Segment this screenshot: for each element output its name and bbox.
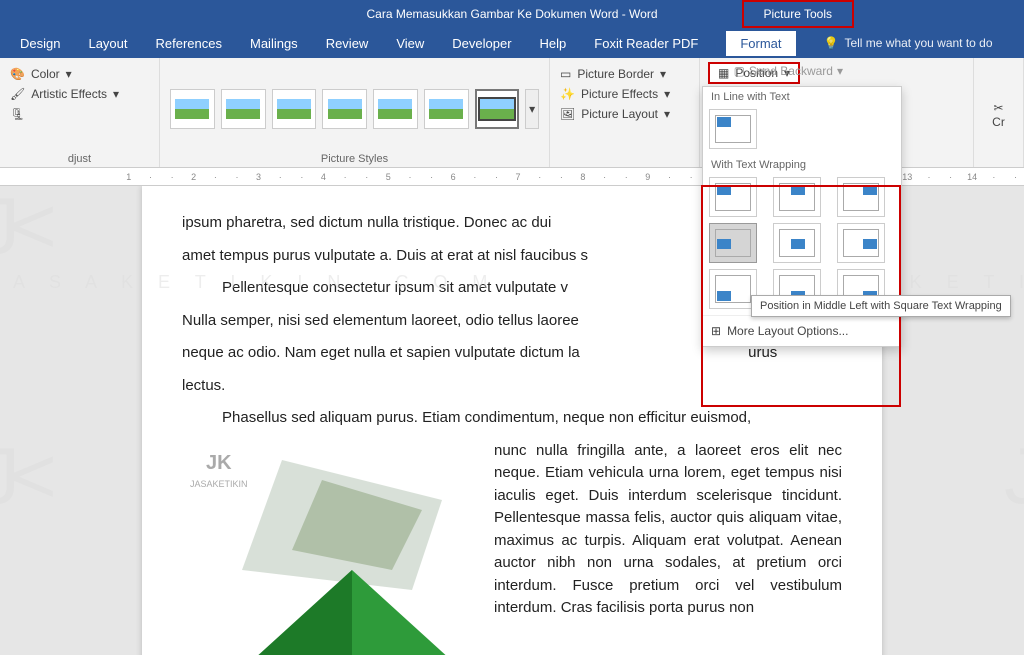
crop-label: Cr bbox=[992, 115, 1005, 129]
tab-design[interactable]: Design bbox=[20, 36, 60, 51]
send-backward-label: Send Backward bbox=[749, 64, 833, 78]
styles-group-label: Picture Styles bbox=[170, 153, 539, 165]
lightbulb-icon: 💡 bbox=[824, 36, 839, 50]
more-layout-options[interactable]: ⊞ More Layout Options... bbox=[703, 315, 901, 346]
group-adjust: 🎨Color ▾ 🖌Artistic Effects ▾ 🗜 djust bbox=[0, 58, 160, 167]
position-top-center[interactable] bbox=[773, 177, 821, 217]
compress-button[interactable]: 🗜 bbox=[10, 104, 149, 124]
group-picture-styles: ▾ Picture Styles bbox=[160, 58, 550, 167]
layout-label: Picture Layout bbox=[581, 107, 658, 121]
position-flyout: In Line with Text With Text Wrapping P bbox=[702, 86, 902, 347]
more-label: More Layout Options... bbox=[727, 324, 848, 338]
style-thumb-5[interactable] bbox=[373, 89, 418, 129]
send-backward-button[interactable]: ▢Send Backward ▾ bbox=[734, 64, 843, 78]
image-watermark: JK JASAKETIKIN bbox=[190, 448, 248, 492]
effects-icon: 🖌 bbox=[10, 87, 25, 101]
more-icon: ⊞ bbox=[711, 324, 721, 338]
p3a: Pellentesque consectetur ipsum sit amet … bbox=[222, 279, 568, 296]
tab-foxit[interactable]: Foxit Reader PDF bbox=[594, 36, 698, 51]
p1a: ipsum pharetra, sed dictum nulla tristiq… bbox=[182, 214, 527, 231]
position-top-right[interactable] bbox=[837, 177, 885, 217]
picture-layout-button[interactable]: 🖼Picture Layout ▾ bbox=[560, 104, 689, 124]
group-picture-options: ▭Picture Border ▾ ✨Picture Effects ▾ 🖼Pi… bbox=[550, 58, 700, 167]
tab-view[interactable]: View bbox=[396, 36, 424, 51]
crop-icon: ✂ bbox=[992, 101, 1005, 115]
position-tooltip: Position in Middle Left with Square Text… bbox=[751, 295, 1011, 317]
picture-border-button[interactable]: ▭Picture Border ▾ bbox=[560, 64, 689, 84]
wrapped-content: JK JASAKETIKIN nunc nulla fringilla ante… bbox=[182, 440, 842, 655]
title-bar: Cara Memasukkan Gambar Ke Dokumen Word -… bbox=[0, 0, 1024, 28]
artistic-effects-button[interactable]: 🖌Artistic Effects ▾ bbox=[10, 84, 149, 104]
style-thumb-2[interactable] bbox=[221, 89, 266, 129]
style-thumb-3[interactable] bbox=[272, 89, 317, 129]
p1b: dui bbox=[531, 214, 551, 231]
position-icon: ▦ bbox=[718, 66, 729, 80]
tab-mailings[interactable]: Mailings bbox=[250, 36, 298, 51]
paragraph-6: lectus. bbox=[182, 375, 842, 398]
position-middle-center[interactable] bbox=[773, 223, 821, 263]
border-label: Picture Border bbox=[577, 67, 654, 81]
position-middle-left[interactable] bbox=[709, 223, 757, 263]
border-icon: ▭ bbox=[560, 67, 571, 81]
crop-button[interactable]: ✂ Cr bbox=[992, 101, 1005, 129]
artistic-label: Artistic Effects bbox=[31, 87, 107, 101]
color-label: Color bbox=[31, 67, 60, 81]
style-thumb-7[interactable] bbox=[475, 89, 520, 129]
color-icon: 🎨 bbox=[10, 67, 25, 81]
tab-format[interactable]: Format bbox=[726, 31, 795, 56]
picture-tools-tab-group[interactable]: Picture Tools bbox=[742, 0, 854, 28]
color-button[interactable]: 🎨Color ▾ bbox=[10, 64, 149, 84]
p5a: neque ac odio. Nam eget nulla et sapien … bbox=[182, 344, 580, 361]
wrapped-paragraph: nunc nulla fringilla ante, a laoreet ero… bbox=[494, 440, 842, 655]
group-size: ✂ Cr bbox=[974, 58, 1024, 167]
styles-more-button[interactable]: ▾ bbox=[525, 89, 539, 129]
tell-me-search[interactable]: 💡 Tell me what you want to do bbox=[824, 36, 993, 50]
send-backward-icon: ▢ bbox=[734, 64, 745, 78]
picture-effects-button[interactable]: ✨Picture Effects ▾ bbox=[560, 84, 689, 104]
adjust-group-label: djust bbox=[10, 153, 149, 165]
ribbon: 🎨Color ▾ 🖌Artistic Effects ▾ 🗜 djust ▾ P… bbox=[0, 58, 1024, 168]
flyout-section-inline: In Line with Text bbox=[703, 87, 901, 103]
inserted-picture[interactable]: JK JASAKETIKIN bbox=[182, 440, 482, 655]
position-top-left[interactable] bbox=[709, 177, 757, 217]
pic-layout-icon: 🖼 bbox=[560, 107, 575, 121]
tell-me-label: Tell me what you want to do bbox=[844, 36, 992, 50]
tab-layout[interactable]: Layout bbox=[88, 36, 127, 51]
window-title: Cara Memasukkan Gambar Ke Dokumen Word -… bbox=[367, 7, 658, 21]
compress-icon: 🗜 bbox=[10, 107, 25, 121]
paragraph-7: Phasellus sed aliquam purus. Etiam condi… bbox=[182, 407, 842, 430]
pic-effects-icon: ✨ bbox=[560, 87, 575, 101]
position-bottom-left[interactable] bbox=[709, 269, 757, 309]
tab-help[interactable]: Help bbox=[540, 36, 567, 51]
position-grid bbox=[703, 171, 901, 315]
flyout-section-wrap: With Text Wrapping bbox=[703, 155, 901, 171]
ribbon-tabs: Design Layout References Mailings Review… bbox=[0, 28, 1024, 58]
position-middle-right[interactable] bbox=[837, 223, 885, 263]
tab-developer[interactable]: Developer bbox=[452, 36, 511, 51]
group-arrange: ▦ Position ▾ In Line with Text With Text… bbox=[700, 58, 974, 167]
style-thumb-1[interactable] bbox=[170, 89, 215, 129]
position-inline[interactable] bbox=[709, 109, 757, 149]
style-thumb-4[interactable] bbox=[322, 89, 367, 129]
tab-references[interactable]: References bbox=[156, 36, 222, 51]
styles-gallery: ▾ bbox=[170, 64, 539, 153]
style-thumb-6[interactable] bbox=[424, 89, 469, 129]
effects-label: Picture Effects bbox=[581, 87, 658, 101]
tab-review[interactable]: Review bbox=[326, 36, 369, 51]
